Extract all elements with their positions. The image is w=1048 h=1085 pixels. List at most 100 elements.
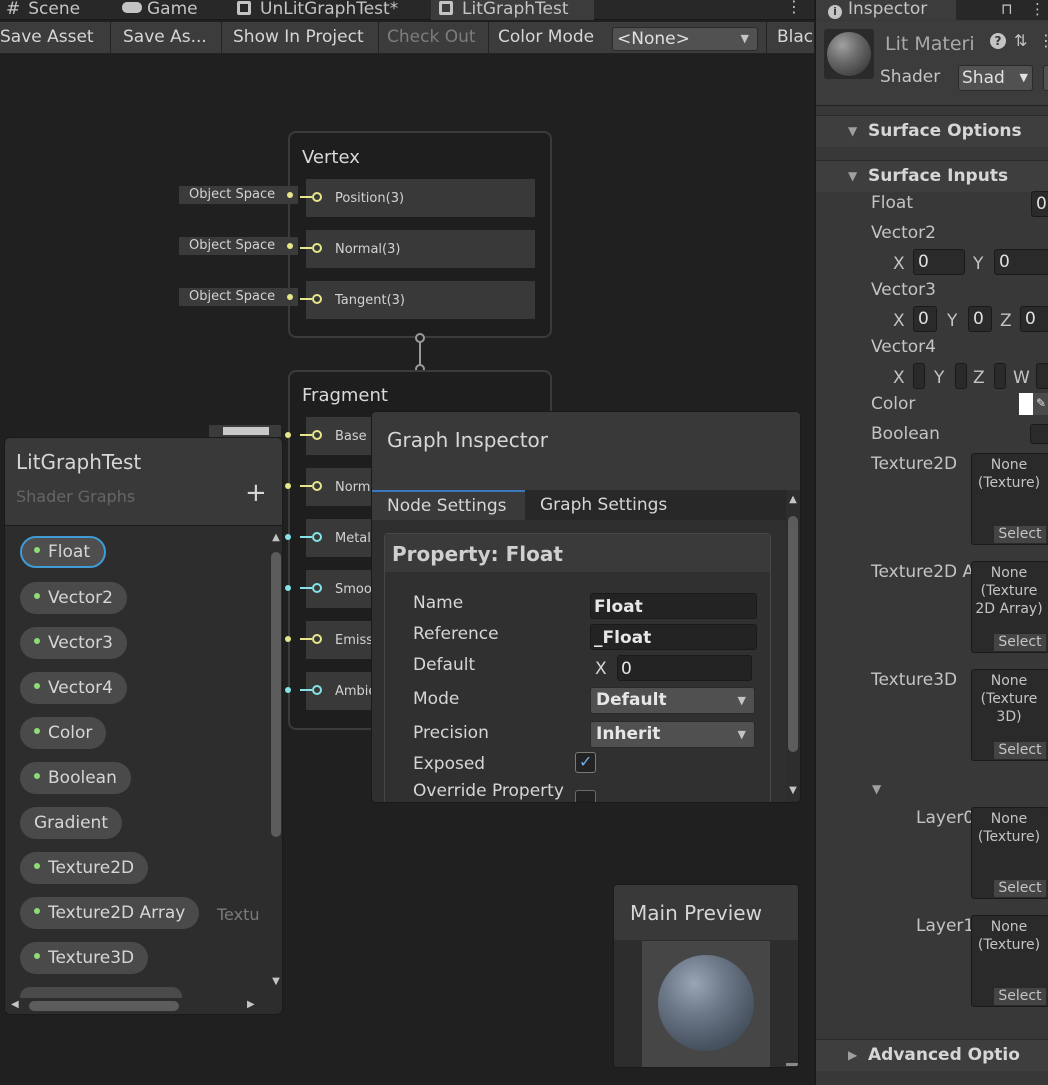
shader-graph-icon bbox=[237, 1, 251, 15]
layer1-select-button[interactable]: Select bbox=[994, 988, 1046, 1005]
property-float[interactable]: Float bbox=[20, 536, 106, 568]
preset-icon[interactable]: ⇅ bbox=[1014, 31, 1027, 50]
port-icon[interactable] bbox=[312, 430, 322, 440]
lock-icon[interactable]: ⊓ bbox=[1001, 0, 1013, 18]
exposed-checkbox[interactable]: ✓ bbox=[575, 752, 596, 773]
tab-scene[interactable]: # Scene bbox=[6, 0, 80, 20]
precision-dropdown[interactable]: Inherit ▼ bbox=[590, 721, 755, 748]
texture3d-select-button[interactable]: Select bbox=[994, 742, 1046, 759]
tab-graph-settings[interactable]: Graph Settings bbox=[525, 490, 685, 520]
preview-viewport[interactable] bbox=[642, 941, 770, 1067]
surface-inputs-foldout[interactable]: ▼ Surface Inputs bbox=[816, 160, 1048, 192]
object-space-input[interactable]: Object Space bbox=[179, 186, 298, 204]
port-icon[interactable] bbox=[312, 481, 322, 491]
tab-lit-graph[interactable]: LitGraphTest bbox=[431, 0, 595, 20]
menu-icon[interactable]: ⋮ bbox=[1030, 0, 1045, 18]
save-asset-button[interactable]: Save Asset bbox=[0, 22, 111, 53]
float-field[interactable]: 0 bbox=[1031, 191, 1048, 217]
float-label: Float bbox=[871, 193, 913, 213]
boolean-checkbox[interactable] bbox=[1030, 424, 1048, 444]
port-icon[interactable] bbox=[312, 532, 322, 542]
scroll-thumb[interactable] bbox=[271, 552, 281, 837]
vertex-block-normal[interactable]: Normal(3) bbox=[300, 230, 535, 268]
object-space-input[interactable]: Object Space bbox=[179, 237, 298, 255]
vector3-x-field[interactable]: 0 bbox=[913, 306, 937, 332]
scroll-up-icon[interactable]: ▲ bbox=[786, 494, 800, 505]
layer0-select-button[interactable]: Select bbox=[994, 880, 1046, 897]
vector4-z-field[interactable] bbox=[994, 363, 1006, 389]
shader-dropdown[interactable]: Shad ▼ bbox=[958, 65, 1033, 91]
texture2d-array-select-button[interactable]: Select bbox=[994, 634, 1046, 651]
port-icon[interactable] bbox=[312, 192, 322, 202]
property-texture2d-array[interactable]: Texture2D Array bbox=[20, 897, 200, 929]
port-icon[interactable] bbox=[312, 583, 322, 593]
scroll-down-icon[interactable]: ▼ bbox=[270, 976, 282, 987]
vector3-z-field[interactable]: 0 bbox=[1020, 306, 1048, 332]
color-mode-dropdown[interactable]: <None> ▼ bbox=[612, 27, 758, 51]
vector2-y-field[interactable]: 0 bbox=[994, 249, 1048, 275]
vector3-y-field[interactable]: 0 bbox=[968, 306, 992, 332]
property-vector4[interactable]: Vector4 bbox=[20, 672, 127, 704]
texture2d-array-slot[interactable]: None (Texture 2D Array) Select bbox=[971, 561, 1048, 653]
color-swatch[interactable] bbox=[1019, 393, 1033, 415]
name-field[interactable]: Float bbox=[590, 593, 757, 619]
texture2d-slot[interactable]: None (Texture) Select bbox=[971, 453, 1048, 545]
help-icon[interactable]: ? bbox=[990, 33, 1006, 49]
layer1-slot[interactable]: None (Texture) Select bbox=[971, 915, 1048, 1007]
property-boolean[interactable]: Boolean bbox=[20, 762, 131, 794]
mode-dropdown[interactable]: Default ▼ bbox=[590, 687, 755, 714]
advanced-options-foldout[interactable]: ▶ Advanced Optio bbox=[816, 1039, 1048, 1071]
show-in-project-button[interactable]: Show In Project bbox=[222, 22, 379, 53]
scroll-right-icon[interactable]: ▶ bbox=[247, 999, 255, 1010]
scroll-thumb[interactable] bbox=[788, 516, 798, 752]
reference-field[interactable]: _Float bbox=[590, 624, 757, 650]
scroll-thumb[interactable] bbox=[29, 1001, 179, 1011]
property-color[interactable]: Color bbox=[20, 717, 107, 749]
texture2d-array-label: Texture2D A bbox=[871, 562, 971, 582]
resize-handle[interactable] bbox=[786, 1063, 798, 1066]
property-vector2[interactable]: Vector2 bbox=[20, 582, 127, 614]
vertex-block-position[interactable]: Position(3) bbox=[300, 179, 535, 217]
graph-inspector-scrollbar[interactable]: ▲ ▼ bbox=[786, 492, 800, 802]
vertex-block-tangent[interactable]: Tangent(3) bbox=[300, 281, 535, 319]
shader-edit-button[interactable] bbox=[1043, 65, 1048, 91]
eyedropper-icon[interactable]: ✎ bbox=[1033, 393, 1048, 415]
save-as-button[interactable]: Save As... bbox=[111, 22, 222, 53]
port-icon[interactable] bbox=[312, 634, 322, 644]
tab-menu-icon[interactable]: ⋮ bbox=[786, 0, 802, 20]
scroll-up-icon[interactable]: ▲ bbox=[270, 532, 282, 543]
tab-game[interactable]: Game bbox=[122, 0, 198, 20]
blackboard-horizontal-scrollbar[interactable]: ◀ ▶ bbox=[5, 998, 270, 1014]
tab-inspector[interactable]: i Inspector bbox=[816, 0, 956, 20]
override-property-checkbox[interactable] bbox=[575, 790, 596, 802]
layer0-slot[interactable]: None (Texture) Select bbox=[971, 807, 1048, 899]
surface-options-foldout[interactable]: ▼ Surface Options bbox=[816, 115, 1048, 147]
scroll-down-icon[interactable]: ▼ bbox=[786, 785, 800, 796]
tab-node-settings[interactable]: Node Settings bbox=[372, 490, 525, 520]
vector4-w-field[interactable] bbox=[1036, 363, 1048, 389]
property-texture3d[interactable]: Texture3D bbox=[20, 942, 149, 974]
add-property-button[interactable]: + bbox=[245, 478, 267, 508]
blackboard-toggle-button[interactable]: Blac bbox=[766, 22, 814, 53]
virtual-texture-foldout[interactable]: ▼ bbox=[872, 778, 885, 798]
port-icon[interactable] bbox=[312, 294, 322, 304]
object-space-input[interactable]: Object Space bbox=[179, 288, 298, 306]
vector2-x-field[interactable]: 0 bbox=[913, 249, 965, 275]
vector4-x-field[interactable] bbox=[913, 363, 925, 389]
property-texture2d[interactable]: Texture2D bbox=[20, 852, 149, 884]
material-name-field[interactable]: Lit Materi bbox=[885, 33, 985, 55]
tab-unlit-graph[interactable]: UnLitGraphTest* bbox=[237, 0, 398, 20]
vertex-context-node[interactable]: Vertex Position(3) Normal(3) Tangent(3) bbox=[288, 131, 552, 338]
port-icon[interactable] bbox=[312, 685, 322, 695]
menu-icon[interactable]: ⋮ bbox=[1038, 31, 1048, 50]
scroll-left-icon[interactable]: ◀ bbox=[11, 999, 19, 1010]
default-value-field[interactable]: 0 bbox=[617, 655, 752, 681]
blackboard-vertical-scrollbar[interactable]: ▲ ▼ bbox=[270, 530, 282, 988]
texture3d-slot[interactable]: None (Texture 3D) Select bbox=[971, 669, 1048, 761]
base-color-input[interactable] bbox=[209, 425, 281, 437]
texture2d-select-button[interactable]: Select bbox=[994, 526, 1046, 543]
vector4-y-field[interactable] bbox=[955, 363, 967, 389]
property-gradient[interactable]: Gradient bbox=[20, 807, 122, 839]
port-icon[interactable] bbox=[312, 243, 322, 253]
property-vector3[interactable]: Vector3 bbox=[20, 627, 127, 659]
